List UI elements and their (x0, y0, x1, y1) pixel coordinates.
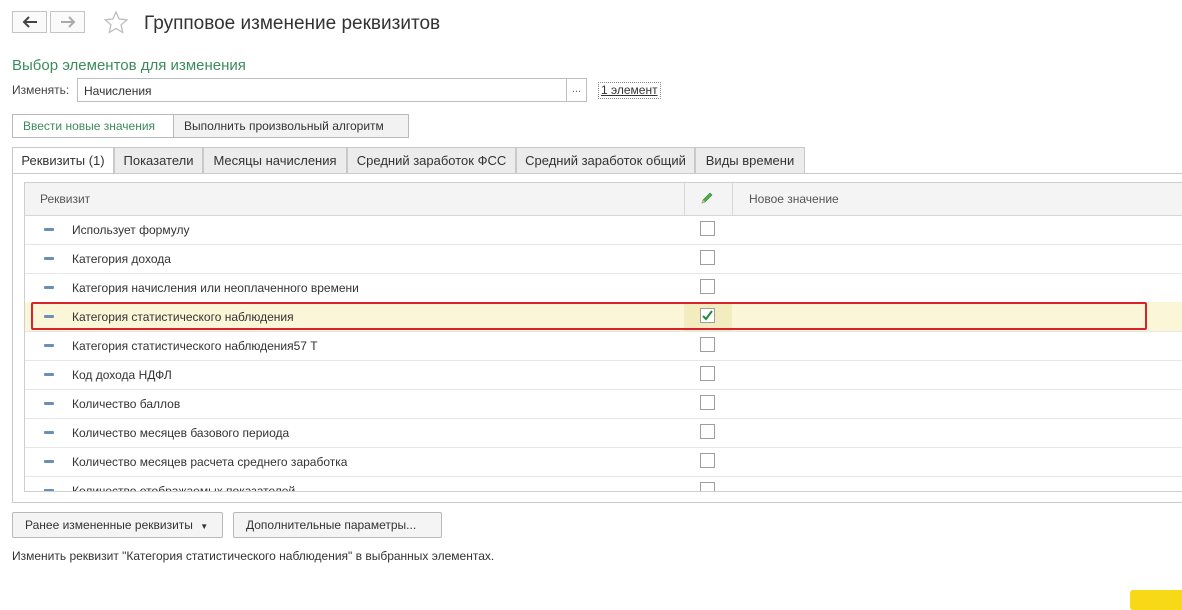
section-title: Выбор элементов для изменения (12, 57, 246, 74)
table-row[interactable]: Количество баллов (25, 389, 1182, 419)
run-algorithm-button[interactable]: Выполнить произвольный алгоритм (173, 114, 409, 138)
tab-accrual-months[interactable]: Месяцы начисления (203, 147, 347, 174)
attribute-icon (44, 257, 54, 260)
attribute-icon (44, 286, 54, 289)
table-row[interactable]: Категория дохода (25, 244, 1182, 274)
attribute-icon (44, 489, 54, 491)
change-checkbox[interactable] (700, 337, 715, 352)
attribute-label: Категория начисления или неоплаченного в… (72, 281, 359, 295)
favorite-star-icon[interactable] (103, 10, 129, 41)
enter-new-values-button[interactable]: Ввести новые значения (12, 114, 174, 138)
change-checkbox[interactable] (700, 279, 715, 294)
attribute-label: Категория дохода (72, 252, 171, 266)
attribute-label: Количество месяцев базового периода (72, 426, 290, 440)
attribute-icon (44, 431, 54, 434)
attribute-icon (44, 373, 54, 376)
attribute-icon (44, 344, 54, 347)
table-row[interactable]: Количество месяцев базового периода (25, 418, 1182, 448)
hint-text: Изменить реквизит "Категория статистичес… (12, 549, 495, 563)
attribute-icon (44, 228, 54, 231)
previously-changed-button[interactable]: Ранее измененные реквизиты ▼ (12, 512, 223, 538)
tab-attributes[interactable]: Реквизиты (1) (12, 147, 114, 175)
tab-avg-earnings-general[interactable]: Средний заработок общий (516, 147, 695, 174)
table-row[interactable]: Количество отображаемых показателей (25, 476, 1182, 492)
change-checkbox[interactable] (700, 453, 715, 468)
select-object-button[interactable]: ... (566, 78, 587, 102)
edit-pencil-icon (700, 191, 714, 208)
attribute-label: Использует формулу (72, 223, 190, 237)
execute-button[interactable] (1130, 590, 1182, 610)
table-row[interactable]: Использует формулу (25, 215, 1182, 245)
page-title: Групповое изменение реквизитов (144, 13, 441, 34)
col-attribute: Реквизит (40, 192, 91, 206)
change-object-input[interactable]: Начисления (77, 78, 567, 102)
previously-changed-label: Ранее измененные реквизиты (25, 518, 193, 532)
forward-button[interactable] (50, 11, 85, 33)
attribute-icon (44, 460, 54, 463)
dropdown-arrow-icon: ▼ (200, 522, 209, 531)
col-new-value: Новое значение (749, 192, 839, 206)
change-checkbox[interactable] (700, 366, 715, 381)
attributes-table[interactable]: Реквизит Новое значение Использует форму… (24, 182, 1182, 492)
tab-indicators[interactable]: Показатели (114, 147, 203, 174)
change-checkbox[interactable] (700, 221, 715, 236)
attribute-label: Количество месяцев расчета среднего зара… (72, 455, 348, 469)
table-row[interactable]: Категория начисления или неоплаченного в… (25, 273, 1182, 303)
table-header: Реквизит Новое значение (25, 183, 1182, 216)
attribute-label: Количество баллов (72, 397, 181, 411)
table-row[interactable]: Категория статистического наблюдения57 Т (25, 331, 1182, 361)
back-button[interactable] (12, 11, 47, 33)
attribute-icon (44, 402, 54, 405)
tab-time-types[interactable]: Виды времени (695, 147, 805, 174)
change-checkbox[interactable] (700, 395, 715, 410)
attribute-label: Код дохода НДФЛ (72, 368, 172, 382)
change-checkbox[interactable] (700, 424, 715, 439)
attribute-label: Категория статистического наблюдения57 Т (72, 339, 318, 353)
highlight-frame (31, 302, 1147, 330)
change-checkbox[interactable] (700, 250, 715, 265)
table-row[interactable]: Количество месяцев расчета среднего зара… (25, 447, 1182, 477)
table-row[interactable]: Код дохода НДФЛ (25, 360, 1182, 390)
arrow-left-icon (22, 16, 37, 28)
change-checkbox[interactable] (700, 482, 715, 491)
tab-avg-earnings-fss[interactable]: Средний заработок ФСС (347, 147, 516, 174)
elements-link[interactable]: 1 элемент (598, 82, 661, 99)
change-label: Изменять: (12, 83, 70, 97)
arrow-right-icon (60, 16, 75, 28)
attribute-label: Количество отображаемых показателей (72, 484, 296, 492)
additional-params-button[interactable]: Дополнительные параметры... (233, 512, 442, 538)
